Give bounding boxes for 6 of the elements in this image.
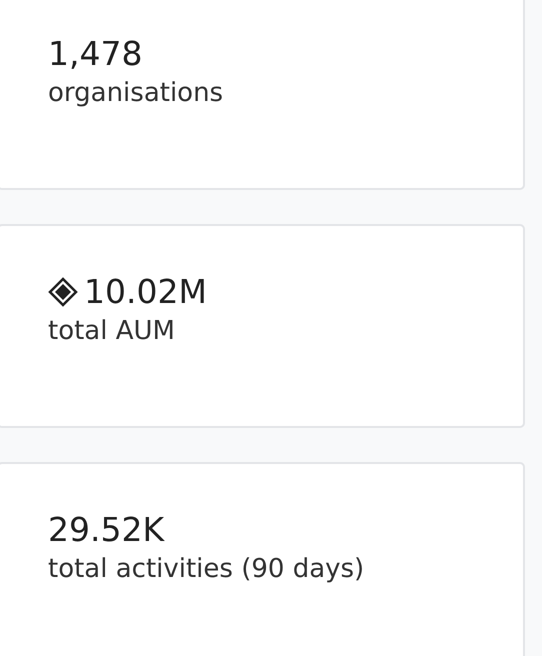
stat-value: 1,478 <box>48 34 142 74</box>
stat-label: total activities (90 days) <box>48 554 366 584</box>
stat-value: 10.02M <box>84 272 207 312</box>
stat-label: organisations <box>48 78 224 108</box>
stat-label: total AUM <box>48 316 176 346</box>
stat-value: 29.52K <box>48 510 164 550</box>
